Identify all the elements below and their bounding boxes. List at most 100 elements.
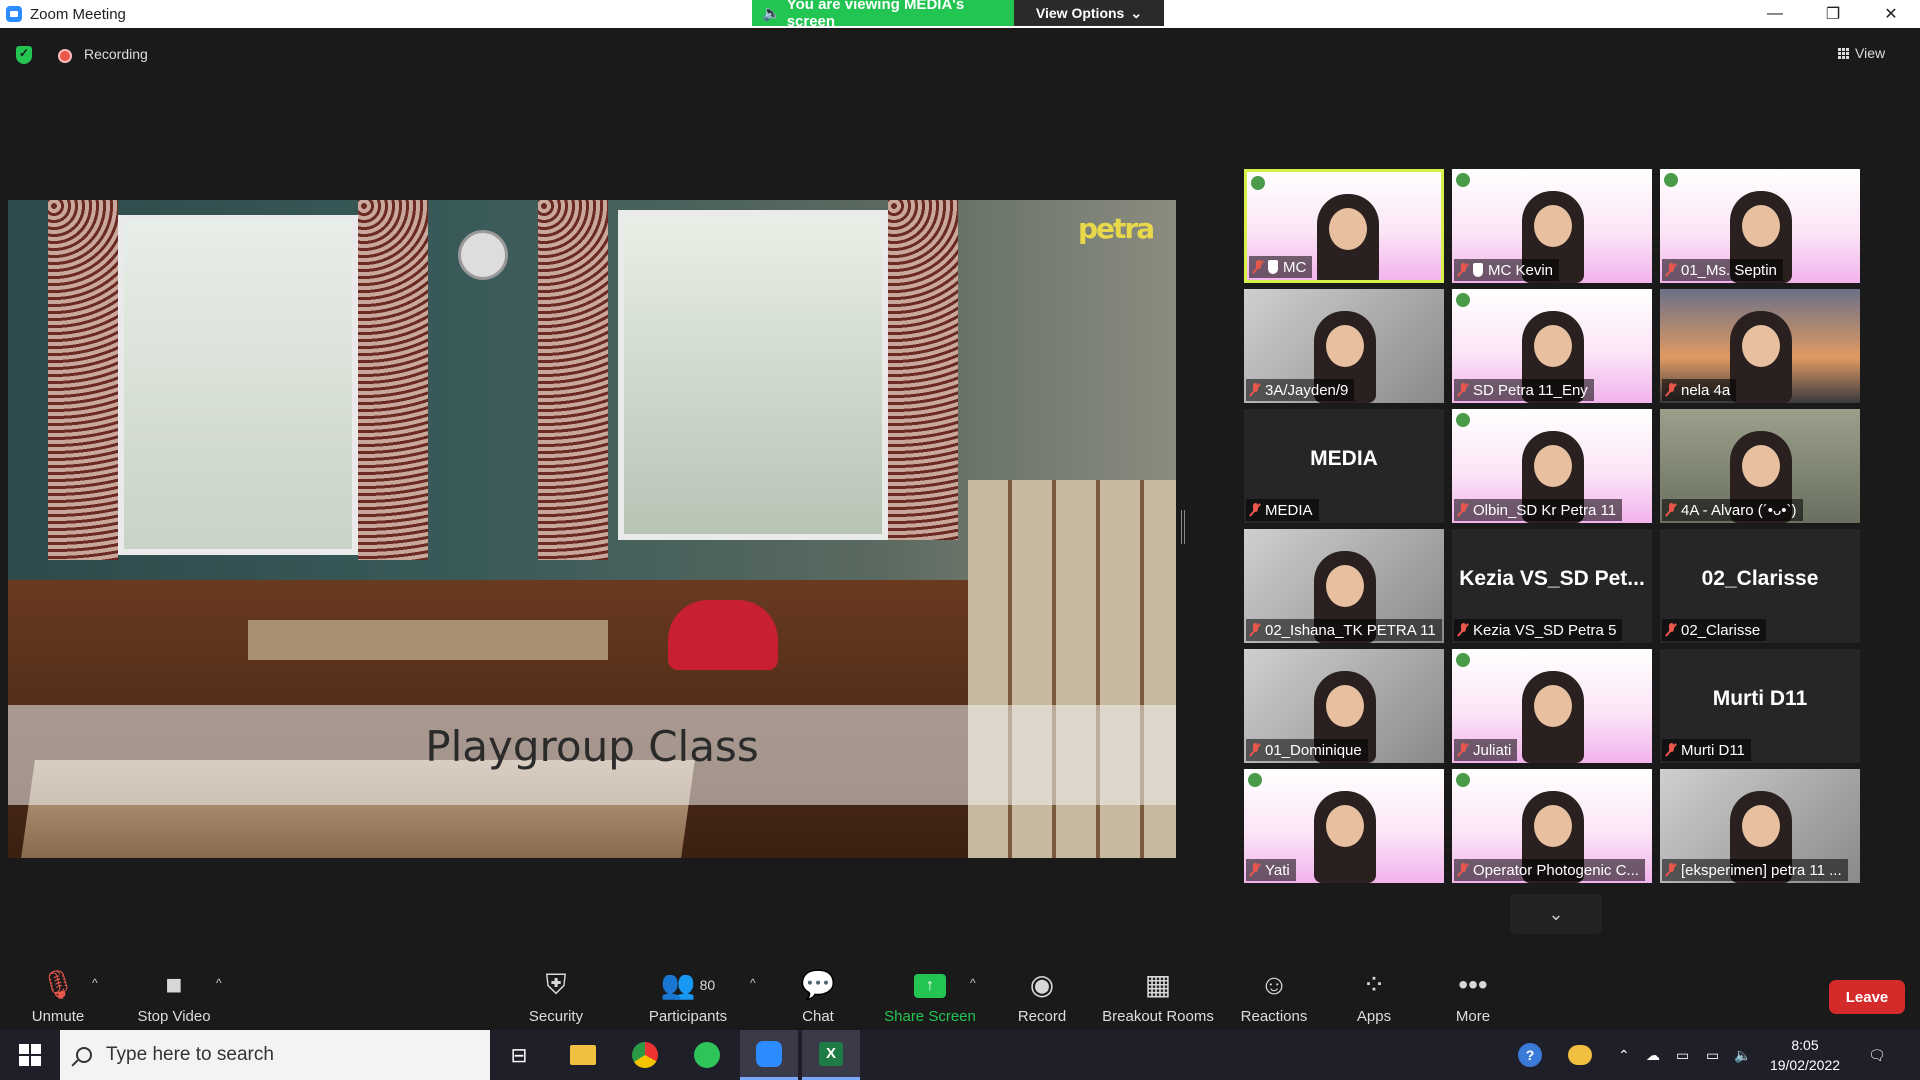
panel-splitter-handle[interactable] (1181, 510, 1185, 544)
task-view-button[interactable]: ⊟ (490, 1030, 548, 1080)
shield-icon: ⛨ (545, 969, 567, 1000)
chrome-button[interactable] (616, 1030, 674, 1080)
participant-tile[interactable]: Murti D11 Murti D11 (1660, 649, 1860, 763)
microphone-muted-icon (1458, 383, 1468, 397)
petra-logo: petra (1078, 212, 1155, 245)
emoji-icon: ☺ (1259, 969, 1289, 1000)
recording-label: Recording (84, 46, 148, 62)
chevron-up-icon[interactable]: ⌃ (1618, 1030, 1630, 1080)
participant-tile[interactable]: 01_Ms. Septin (1660, 169, 1860, 283)
view-options-button[interactable]: View Options ⌄ (1014, 0, 1164, 26)
more-button[interactable]: ••• More (1450, 958, 1496, 1030)
clock-date: 19/02/2022 (1769, 1057, 1841, 1073)
participant-tile[interactable]: SD Petra 11_Eny (1452, 289, 1652, 403)
cloud-icon[interactable]: ☁ (1646, 1030, 1660, 1080)
taskbar-search-box[interactable]: Type here to search (60, 1030, 490, 1080)
weather-tray-icon[interactable] (1568, 1030, 1592, 1080)
unmute-button[interactable]: 🎙 Unmute (22, 958, 94, 1030)
microphone-muted-icon (1458, 263, 1468, 277)
windows-taskbar: Type here to search ⊟ X ? ⌃ ☁ ▭ ▭ 🔈 8:05… (0, 1030, 1920, 1080)
notifications-icon[interactable]: 🗨 (1868, 1030, 1886, 1080)
participant-person (1522, 671, 1584, 763)
participant-name: Kezia VS_SD Petra 5 (1473, 621, 1617, 639)
participant-name: SD Petra 11_Eny (1473, 381, 1588, 399)
participant-tile[interactable]: 4A - Alvaro (´•ᴗ•`) (1660, 409, 1860, 523)
encryption-shield-icon[interactable] (16, 46, 32, 64)
participants-button[interactable]: 👥 80 Participants (640, 958, 736, 1030)
microphone-muted-icon (1666, 743, 1676, 757)
search-placeholder: Type here to search (106, 1044, 274, 1065)
participant-name: 01_Ms. Septin (1681, 261, 1777, 279)
participant-name: Olbin_SD Kr Petra 11 (1473, 501, 1617, 519)
whatsapp-button[interactable] (678, 1030, 736, 1080)
participant-tile[interactable]: Operator Photogenic C... (1452, 769, 1652, 883)
excel-taskbar-button[interactable]: X (802, 1030, 860, 1080)
file-explorer-button[interactable] (554, 1030, 612, 1080)
school-logo-icon (1456, 653, 1470, 667)
video-options-caret[interactable]: ^ (216, 976, 222, 990)
record-button[interactable]: ◉ Record (1012, 958, 1072, 1030)
microphone-muted-icon (1458, 863, 1468, 877)
window-controls: — ❐ ✕ (1746, 0, 1920, 28)
battery-icon[interactable]: ▭ (1706, 1030, 1719, 1080)
participant-tile[interactable]: nela 4a (1660, 289, 1860, 403)
restore-button[interactable]: ❐ (1804, 0, 1862, 28)
participant-tile[interactable]: Juliati (1452, 649, 1652, 763)
participant-tile[interactable]: [eksperimen] petra 11 ... (1660, 769, 1860, 883)
chat-button[interactable]: 💬 Chat (796, 958, 840, 1030)
participant-tile[interactable]: MC Kevin (1452, 169, 1652, 283)
participant-name: 02_Clarisse (1681, 621, 1761, 639)
microphone-muted-icon (1666, 383, 1676, 397)
shared-screen[interactable]: petra Playgroup Class (8, 200, 1176, 858)
security-button[interactable]: ⛨ Security (518, 958, 594, 1030)
stop-video-label: Stop Video (137, 1008, 211, 1025)
zoom-icon (756, 1040, 782, 1067)
participant-display-name: Kezia VS_SD Pet... (1459, 567, 1645, 590)
microphone-muted-icon (1250, 623, 1260, 637)
apps-label: Apps (1356, 1008, 1392, 1025)
network-icon[interactable]: ▭ (1676, 1030, 1689, 1080)
apps-button[interactable]: ⁘ Apps (1354, 958, 1394, 1030)
breakout-rooms-icon: ▦ (1144, 969, 1172, 1000)
participant-tile[interactable]: 02_Clarisse 02_Clarisse (1660, 529, 1860, 643)
school-logo-icon (1248, 773, 1262, 787)
view-button[interactable]: View (1838, 38, 1908, 68)
participant-tile[interactable]: 01_Dominique (1244, 649, 1444, 763)
reactions-label: Reactions (1240, 1008, 1308, 1025)
breakout-rooms-button[interactable]: ▦ Breakout Rooms (1100, 958, 1216, 1030)
reactions-button[interactable]: ☺ Reactions (1240, 958, 1308, 1030)
minimize-button[interactable]: — (1746, 0, 1804, 28)
stop-video-button[interactable]: ■ Stop Video (130, 958, 218, 1030)
participant-tile[interactable]: 02_Ishana_TK PETRA 11 (1244, 529, 1444, 643)
audio-options-caret[interactable]: ^ (92, 976, 98, 990)
volume-icon[interactable]: 🔈 (1734, 1030, 1751, 1080)
whatsapp-icon (694, 1042, 720, 1068)
gallery-next-page-button[interactable]: ⌄ (1510, 894, 1602, 934)
participants-options-caret[interactable]: ^ (750, 976, 756, 990)
share-options-caret[interactable]: ^ (970, 976, 976, 990)
participant-tile[interactable]: Olbin_SD Kr Petra 11 (1452, 409, 1652, 523)
share-screen-button[interactable]: ↑ Share Screen (880, 958, 980, 1030)
participant-tile[interactable]: Kezia VS_SD Pet... Kezia VS_SD Petra 5 (1452, 529, 1652, 643)
zoom-taskbar-button[interactable] (740, 1030, 798, 1080)
window-title: Zoom Meeting (30, 5, 126, 23)
record-icon: ◉ (1029, 969, 1055, 1000)
recording-icon (58, 49, 72, 63)
leave-button[interactable]: Leave (1829, 980, 1905, 1014)
microphone-muted-icon (1250, 743, 1260, 757)
taskbar-clock[interactable]: 8:05 19/02/2022 (1760, 1035, 1850, 1075)
participant-name: Yati (1265, 861, 1290, 879)
participant-display-name: Murti D11 (1712, 687, 1808, 710)
chat-label: Chat (802, 1008, 834, 1025)
close-button[interactable]: ✕ (1862, 0, 1920, 28)
participant-tile[interactable]: 3A/Jayden/9 (1244, 289, 1444, 403)
participant-name: MC (1283, 258, 1307, 276)
participant-name-label: 01_Dominique (1246, 739, 1368, 761)
share-screen-label: Share Screen (884, 1008, 976, 1025)
start-button[interactable] (0, 1030, 60, 1080)
help-tray-icon[interactable]: ? (1518, 1030, 1542, 1080)
participant-tile[interactable]: MEDIA MEDIA (1244, 409, 1444, 523)
microphone-muted-icon (1666, 623, 1676, 637)
participant-tile[interactable]: MC (1244, 169, 1444, 283)
participant-tile[interactable]: Yati (1244, 769, 1444, 883)
